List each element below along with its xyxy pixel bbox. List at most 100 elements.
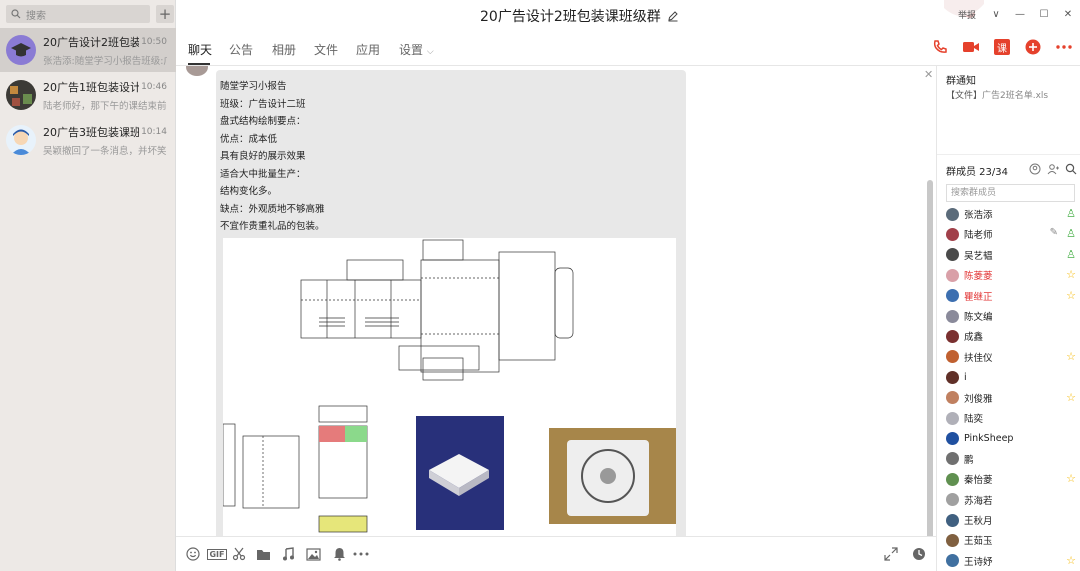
tab-chat[interactable]: 聊天 <box>188 41 212 58</box>
bell-icon[interactable] <box>330 545 348 563</box>
conversation-sidebar: 搜索 + 20广告设计2班包装 10:50 张浩添:随堂学习小报告班级:广 20广告1… <box>0 0 176 571</box>
member-name: PinkSheep <box>964 432 1014 444</box>
member-item[interactable]: 鹏 <box>946 451 1076 467</box>
member-item[interactable]: i <box>946 369 1076 385</box>
conversation-item[interactable]: 20广告1班包装设计 10:46 陆老师好，那下午的课结束前把 <box>0 73 176 117</box>
avatar <box>6 35 36 65</box>
chat-tabs: 聊天 公告 相册 文件 应用 设置 ⌵ 课 <box>176 28 1080 66</box>
group-info-panel: 群通知 【文件】广告2班名单.xls 群成员 23/34 搜索群成员 张浩添 ♙ 陆… <box>936 66 1080 571</box>
search-icon[interactable] <box>1065 163 1077 178</box>
conversation-info: 20广告3班包装课班 10:14 吴颖撤回了一条消息，并坏笑了 <box>43 124 167 157</box>
member-name: 吴艺韫 <box>964 250 993 262</box>
add-button[interactable]: + <box>156 5 174 23</box>
member-item[interactable]: 扶佳仪 ☆ <box>946 349 1076 365</box>
member-avatar <box>946 431 959 445</box>
image-icon[interactable] <box>304 545 322 563</box>
member-item[interactable]: 吴艺韫 ♙ <box>946 247 1076 263</box>
close-icon[interactable]: ✕ <box>924 68 933 81</box>
tab-album[interactable]: 相册 <box>272 41 296 58</box>
more-icon[interactable] <box>1054 38 1074 56</box>
admin-icon: ♙ <box>1066 247 1076 261</box>
member-item[interactable]: 张浩添 ♙ <box>946 206 1076 222</box>
conversation-header: 20广告3班包装课班 10:14 <box>43 124 167 140</box>
message-bubble[interactable]: 随堂学习小报告 班级：广告设计二班 盘式结构绘制要点： 优点：成本低 具有良好的展示效果… <box>216 70 686 536</box>
star-icon: ☆ <box>1066 268 1076 282</box>
member-avatar <box>946 554 959 568</box>
music-icon[interactable] <box>279 545 297 563</box>
video-icon[interactable] <box>961 38 981 56</box>
star-icon: ☆ <box>1066 288 1076 302</box>
emoji-icon[interactable] <box>184 545 202 563</box>
member-name: 王秋月 <box>964 516 993 527</box>
message-line: 缺点：外观质地不够高雅 <box>220 203 325 215</box>
group-title: 20广告设计2班包装课班级群 <box>480 9 661 25</box>
member-item[interactable]: PinkSheep <box>946 430 1076 446</box>
conversation-info: 20广告设计2班包装 10:50 张浩添:随堂学习小报告班级:广 <box>43 34 167 67</box>
notice-content[interactable]: 【文件】广告2班名单.xls <box>946 88 1048 101</box>
member-name: 张浩添 <box>964 210 993 221</box>
member-name: 秦怡菱 <box>964 475 993 487</box>
minimize-icon[interactable]: — <box>1008 9 1032 20</box>
maximize-icon[interactable]: ☐ <box>1032 9 1056 20</box>
sender-avatar[interactable] <box>186 66 208 76</box>
close-icon[interactable]: ✕ <box>1056 9 1080 20</box>
member-avatar <box>946 513 959 527</box>
member-item[interactable]: 瞿继正 ☆ <box>946 288 1076 304</box>
message-line: 盘式结构绘制要点： <box>220 116 306 127</box>
conversation-time: 10:14 <box>141 126 167 137</box>
conversation-preview: 张浩添:随堂学习小报告班级:广 <box>43 55 167 67</box>
window-title: 20广告设计2班包装课班级群 <box>480 6 679 26</box>
member-item[interactable]: 苏海若 <box>946 492 1076 508</box>
member-avatar <box>946 472 959 486</box>
tab-notice[interactable]: 公告 <box>229 41 253 58</box>
members-actions <box>1029 163 1077 178</box>
add-icon[interactable] <box>1023 38 1043 56</box>
expand-icon[interactable] <box>882 545 900 563</box>
report-link[interactable]: 举报 <box>950 8 984 21</box>
member-avatar <box>946 411 959 425</box>
member-item[interactable]: 陆老师 ✎ ♙ <box>946 226 1076 242</box>
star-icon: ☆ <box>1066 349 1076 363</box>
tab-settings[interactable]: 设置 ⌵ <box>399 41 434 58</box>
add-member-icon[interactable] <box>1047 163 1059 178</box>
member-item[interactable]: 陆奕 <box>946 410 1076 426</box>
member-item[interactable]: 陈文编 <box>946 308 1076 324</box>
member-item[interactable]: 刘俊雅 ☆ <box>946 390 1076 406</box>
notice-tag: 【文件】 <box>946 91 983 101</box>
dropdown-icon[interactable]: ∨ <box>984 9 1008 20</box>
member-item[interactable]: 成鑫 <box>946 328 1076 344</box>
class-icon[interactable]: 课 <box>992 38 1012 56</box>
message-line: 随堂学习小报告 <box>220 81 287 92</box>
member-item[interactable]: 秦怡菱 ☆ <box>946 471 1076 487</box>
member-search-input[interactable]: 搜索群成员 <box>946 184 1075 202</box>
edit-icon[interactable] <box>667 10 679 22</box>
conversation-info: 20广告1班包装设计 10:46 陆老师好，那下午的课结束前把 <box>43 79 167 112</box>
conversation-item[interactable]: 20广告设计2班包装 10:50 张浩添:随堂学习小报告班级:广 <box>0 28 176 72</box>
history-icon[interactable] <box>910 545 928 563</box>
member-avatar <box>946 493 959 507</box>
phone-icon[interactable] <box>930 38 950 56</box>
conversation-name: 20广告设计2班包装 <box>43 35 139 49</box>
scissors-icon[interactable] <box>230 545 248 563</box>
search-input[interactable]: 搜索 <box>6 5 150 23</box>
invite-icon[interactable] <box>1029 163 1041 178</box>
search-icon <box>11 9 21 19</box>
member-avatar <box>946 391 959 405</box>
search-placeholder: 搜索 <box>26 10 46 22</box>
message-image[interactable] <box>222 238 676 536</box>
member-item[interactable]: 王茹玉 <box>946 532 1076 548</box>
more-icon[interactable] <box>352 545 370 563</box>
member-item[interactable]: 王诗妤 ☆ <box>946 553 1076 569</box>
tab-files[interactable]: 文件 <box>314 41 338 58</box>
gif-icon[interactable]: GIF <box>206 545 228 563</box>
conversation-item[interactable]: 20广告3班包装课班 10:14 吴颖撤回了一条消息，并坏笑了 <box>0 118 176 162</box>
member-item[interactable]: 陈菱菱 ☆ <box>946 267 1076 283</box>
tab-apps[interactable]: 应用 <box>356 41 380 58</box>
avatar <box>6 80 36 110</box>
folder-icon[interactable] <box>254 545 272 563</box>
edit-icon[interactable]: ✎ <box>1050 227 1058 238</box>
chat-scrollbar[interactable] <box>927 180 933 536</box>
member-item[interactable]: 王秋月 <box>946 512 1076 528</box>
member-name: 刘俊雅 <box>964 393 993 405</box>
conversation-preview: 陆老师好，那下午的课结束前把 <box>43 100 167 112</box>
